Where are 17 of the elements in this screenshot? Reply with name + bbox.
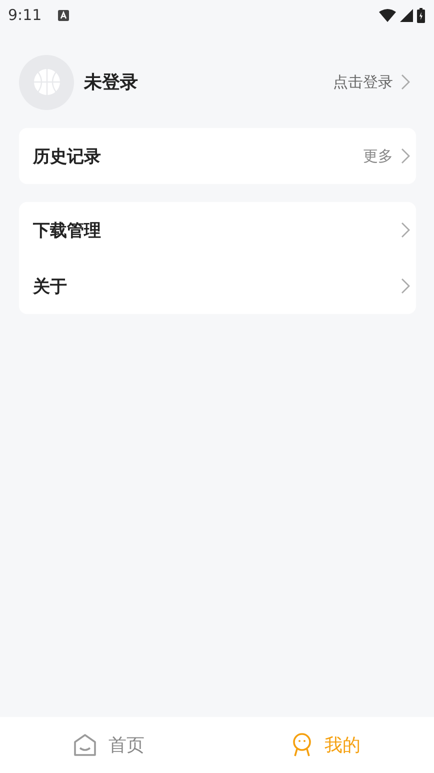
user-name: 未登录 [84, 71, 138, 94]
chevron-right-icon [401, 74, 410, 90]
battery-icon [417, 8, 425, 22]
person-icon [290, 733, 312, 757]
menu-item[interactable]: 关于 [33, 258, 416, 314]
chevron-right-icon [401, 222, 410, 238]
nav-tab[interactable]: 首页 [0, 717, 217, 773]
login-link[interactable]: 点击登录 [333, 72, 393, 92]
menu-item[interactable]: 历史记录 更多 [33, 128, 416, 184]
status-time: 9:11 [8, 6, 42, 24]
wifi-icon [379, 8, 396, 22]
chevron-right-icon [401, 148, 410, 164]
signal-icon [400, 8, 413, 22]
notification-icon [58, 10, 69, 20]
home-icon [72, 733, 96, 757]
menu-item[interactable]: 下载管理 [33, 202, 416, 258]
chevron-right-icon [401, 278, 410, 294]
